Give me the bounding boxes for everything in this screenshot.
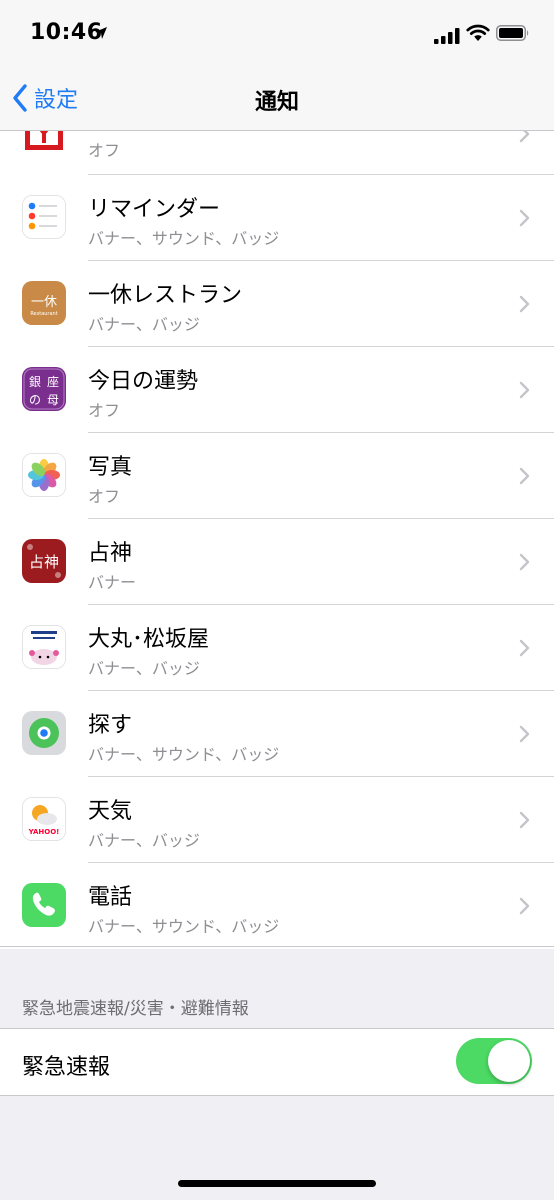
- svg-text:YAHOO!: YAHOO!: [28, 828, 60, 836]
- notification-status: オフ: [88, 487, 121, 506]
- svg-text:占神: 占神: [29, 553, 59, 571]
- yamato-icon: [22, 131, 66, 153]
- app-name: 一休レストラン: [88, 283, 243, 308]
- cellular-signal-icon: [434, 28, 460, 44]
- battery-icon: [496, 25, 529, 41]
- chevron-right-icon: [519, 725, 530, 743]
- app-name: 探す: [88, 713, 133, 738]
- svg-text:母: 母: [47, 393, 59, 407]
- daimaru-matsuzakaya-icon: [22, 625, 66, 669]
- notification-status: バナー、サウンド、バッジ: [88, 745, 280, 764]
- svg-text:銀: 銀: [29, 375, 41, 389]
- page-title: 通知: [254, 90, 299, 115]
- app-name: 今日の運勢: [88, 369, 199, 394]
- emergency-alert-label: 緊急速報: [22, 1055, 111, 1080]
- notification-status: オフ: [88, 141, 121, 160]
- svg-text:座: 座: [47, 374, 59, 389]
- chevron-right-icon: [519, 467, 530, 485]
- app-list: オフ リマインダー バナー、サウンド、バッジ 一休 Restaurant 一休レ…: [0, 131, 554, 949]
- chevron-right-icon: [519, 639, 530, 657]
- app-name: 占神: [88, 541, 133, 566]
- navigation-bar: 設定 通知: [0, 66, 554, 131]
- reminders-icon: [22, 195, 66, 239]
- app-name: 天気: [88, 799, 133, 824]
- svg-text:の: の: [29, 393, 41, 407]
- notification-status: バナー、サウンド、バッジ: [88, 229, 280, 248]
- app-row-senshin[interactable]: 占神 占神 バナー: [0, 519, 554, 605]
- chevron-right-icon: [519, 209, 530, 227]
- senshin-icon: 占神: [22, 539, 66, 583]
- emergency-alert-toggle[interactable]: [456, 1038, 532, 1084]
- chevron-right-icon: [519, 295, 530, 313]
- section-header-emergency: 緊急地震速報/災害・避難情報: [22, 999, 249, 1019]
- app-name: 写真: [88, 455, 133, 480]
- chevron-right-icon: [519, 553, 530, 571]
- app-row-weather[interactable]: YAHOO! 天気 バナー、バッジ: [0, 777, 554, 863]
- chevron-right-icon: [519, 897, 530, 915]
- yahoo-weather-icon: YAHOO!: [22, 797, 66, 841]
- wifi-icon: [466, 24, 490, 41]
- chevron-right-icon: [519, 131, 530, 143]
- app-row-photos[interactable]: 写真 オフ: [0, 433, 554, 519]
- chevron-right-icon: [519, 381, 530, 399]
- app-row-yamato[interactable]: オフ: [0, 131, 554, 175]
- app-row-find-my[interactable]: 探す バナー、サウンド、バッジ: [0, 691, 554, 777]
- app-name: 大丸･松坂屋: [88, 627, 210, 652]
- ikyu-restaurant-icon: 一休 Restaurant: [22, 281, 66, 325]
- notification-status: オフ: [88, 401, 121, 420]
- app-row-todays-fortune[interactable]: 銀 座 の 母 今日の運勢 オフ: [0, 347, 554, 433]
- app-row-ikyu-restaurant[interactable]: 一休 Restaurant 一休レストラン バナー、バッジ: [0, 261, 554, 347]
- notification-status: バナー、バッジ: [88, 315, 200, 334]
- notification-status: バナー、バッジ: [88, 831, 200, 850]
- emergency-alert-row: 緊急速報: [0, 1028, 554, 1096]
- app-row-daimaru-matsuzakaya[interactable]: 大丸･松坂屋 バナー、バッジ: [0, 605, 554, 691]
- app-name: 電話: [88, 885, 133, 910]
- app-name: リマインダー: [88, 197, 221, 222]
- ikyu-icon-text: 一休: [31, 295, 57, 310]
- notification-status: バナー、バッジ: [88, 659, 200, 678]
- app-row-reminders[interactable]: リマインダー バナー、サウンド、バッジ: [0, 175, 554, 261]
- status-time: 10:46: [30, 20, 103, 45]
- app-row-phone[interactable]: 電話 バナー、サウンド、バッジ: [0, 863, 554, 949]
- ikyu-icon-subtext: Restaurant: [30, 311, 57, 317]
- status-bar: 10:46: [0, 0, 554, 66]
- notification-status: バナー: [88, 573, 137, 592]
- phone-icon: [22, 883, 66, 927]
- home-indicator[interactable]: [178, 1180, 376, 1187]
- list-bottom-border: [0, 946, 554, 947]
- toggle-knob: [488, 1040, 530, 1082]
- find-my-icon: [22, 711, 66, 755]
- notification-status: バナー、サウンド、バッジ: [88, 917, 280, 936]
- chevron-right-icon: [519, 811, 530, 829]
- ginza-fortune-icon: 銀 座 の 母: [22, 367, 66, 411]
- location-arrow-icon: [95, 27, 107, 39]
- photos-icon: [22, 453, 66, 497]
